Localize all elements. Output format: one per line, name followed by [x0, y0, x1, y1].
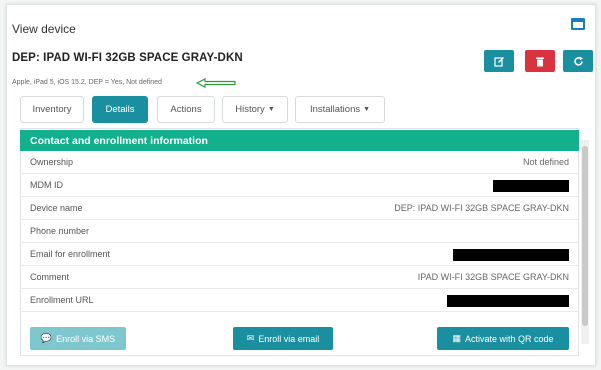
row-value: IPAD WI-FI 32GB SPACE GRAY-DKN [417, 272, 569, 282]
row-label: Device name [30, 203, 83, 213]
tab-label: Inventory [32, 104, 72, 115]
chat-icon: 💬 [40, 333, 53, 343]
scrollbar-thumb[interactable] [582, 146, 588, 326]
window-maximize-icon[interactable] [571, 18, 585, 30]
trash-icon [536, 57, 544, 66]
row-enrollment-url: Enrollment URL [20, 289, 579, 312]
edit-button[interactable] [484, 50, 514, 72]
row-label: Enrollment URL [30, 295, 94, 305]
device-subtitle: Apple, iPad 5, iOS 15.2, DEP = Yes, Not … [12, 79, 162, 86]
enroll-email-button[interactable]: ✉ Enroll via email [233, 327, 333, 350]
button-label: Enroll via email [258, 333, 320, 344]
row-email-enrollment: Email for enrollment [20, 243, 579, 266]
tab-installations[interactable]: Installations ▼ [295, 96, 385, 123]
row-label: Email for enrollment [30, 249, 111, 259]
row-label: Ownership [30, 157, 74, 167]
redacted-value [453, 249, 569, 261]
row-device-name: Device name DEP: IPAD WI-FI 32GB SPACE G… [20, 197, 579, 220]
edit-icon [493, 56, 504, 67]
tab-inventory[interactable]: Inventory [20, 96, 84, 123]
window-title: View device [12, 22, 76, 36]
row-label: MDM ID [30, 180, 63, 190]
row-label: Phone number [30, 226, 90, 236]
tab-label: Details [105, 104, 135, 115]
tab-details[interactable]: Details [92, 96, 148, 123]
caret-down-icon: ▼ [363, 106, 371, 113]
envelope-icon: ✉ [246, 333, 255, 343]
row-ownership: Ownership Not defined [20, 151, 579, 174]
redacted-value [493, 180, 569, 192]
tab-label: Installations [309, 104, 361, 115]
row-mdm-id: MDM ID [20, 174, 579, 197]
tab-history[interactable]: History ▼ [222, 96, 288, 123]
row-phone-number: Phone number [20, 220, 579, 243]
refresh-icon [573, 56, 583, 66]
arrow-annotation-icon [196, 78, 236, 88]
caret-down-icon: ▼ [267, 106, 275, 113]
section-header: Contact and enrollment information [20, 130, 579, 151]
device-name: DEP: IPAD WI-FI 32GB SPACE GRAY-DKN [12, 52, 243, 64]
activate-qr-button[interactable]: ▦ Activate with QR code [437, 327, 569, 350]
qr-code-icon: ▦ [452, 333, 461, 343]
row-label: Comment [30, 272, 70, 282]
delete-button[interactable] [525, 50, 555, 72]
button-label: Enroll via SMS [56, 333, 116, 344]
button-label: Activate with QR code [464, 333, 554, 344]
tab-actions[interactable]: Actions [157, 96, 215, 123]
enroll-sms-button[interactable]: 💬 Enroll via SMS [30, 327, 126, 350]
tab-label: Actions [170, 104, 202, 115]
refresh-button[interactable] [563, 50, 593, 72]
row-comment: Comment IPAD WI-FI 32GB SPACE GRAY-DKN [20, 266, 579, 289]
row-value: DEP: IPAD WI-FI 32GB SPACE GRAY-DKN [394, 203, 569, 213]
redacted-value [447, 295, 569, 307]
row-value: Not defined [522, 157, 569, 167]
tab-label: History [235, 104, 265, 115]
